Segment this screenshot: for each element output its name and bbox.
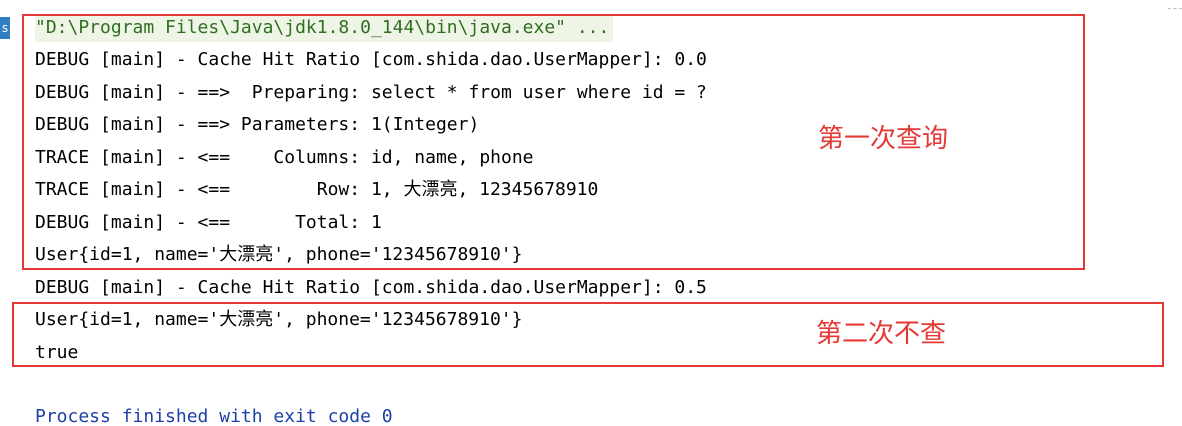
annotation-first-query: 第一次查询 <box>818 124 949 154</box>
separator <box>1168 8 1182 10</box>
highlight-box-second-query <box>12 302 1164 367</box>
console-line: DEBUG [main] - Cache Hit Ratio [com.shid… <box>35 277 707 298</box>
console-output-panel: s "D:\Program Files\Java\jdk1.8.0_144\bi… <box>0 0 1182 426</box>
side-tool-tab[interactable]: s <box>0 17 10 39</box>
side-tool-tab-label: s <box>1 21 9 35</box>
console-line-exit-status: Process finished with exit code 0 <box>35 406 393 426</box>
annotation-second-no-query: 第二次不查 <box>816 319 947 349</box>
